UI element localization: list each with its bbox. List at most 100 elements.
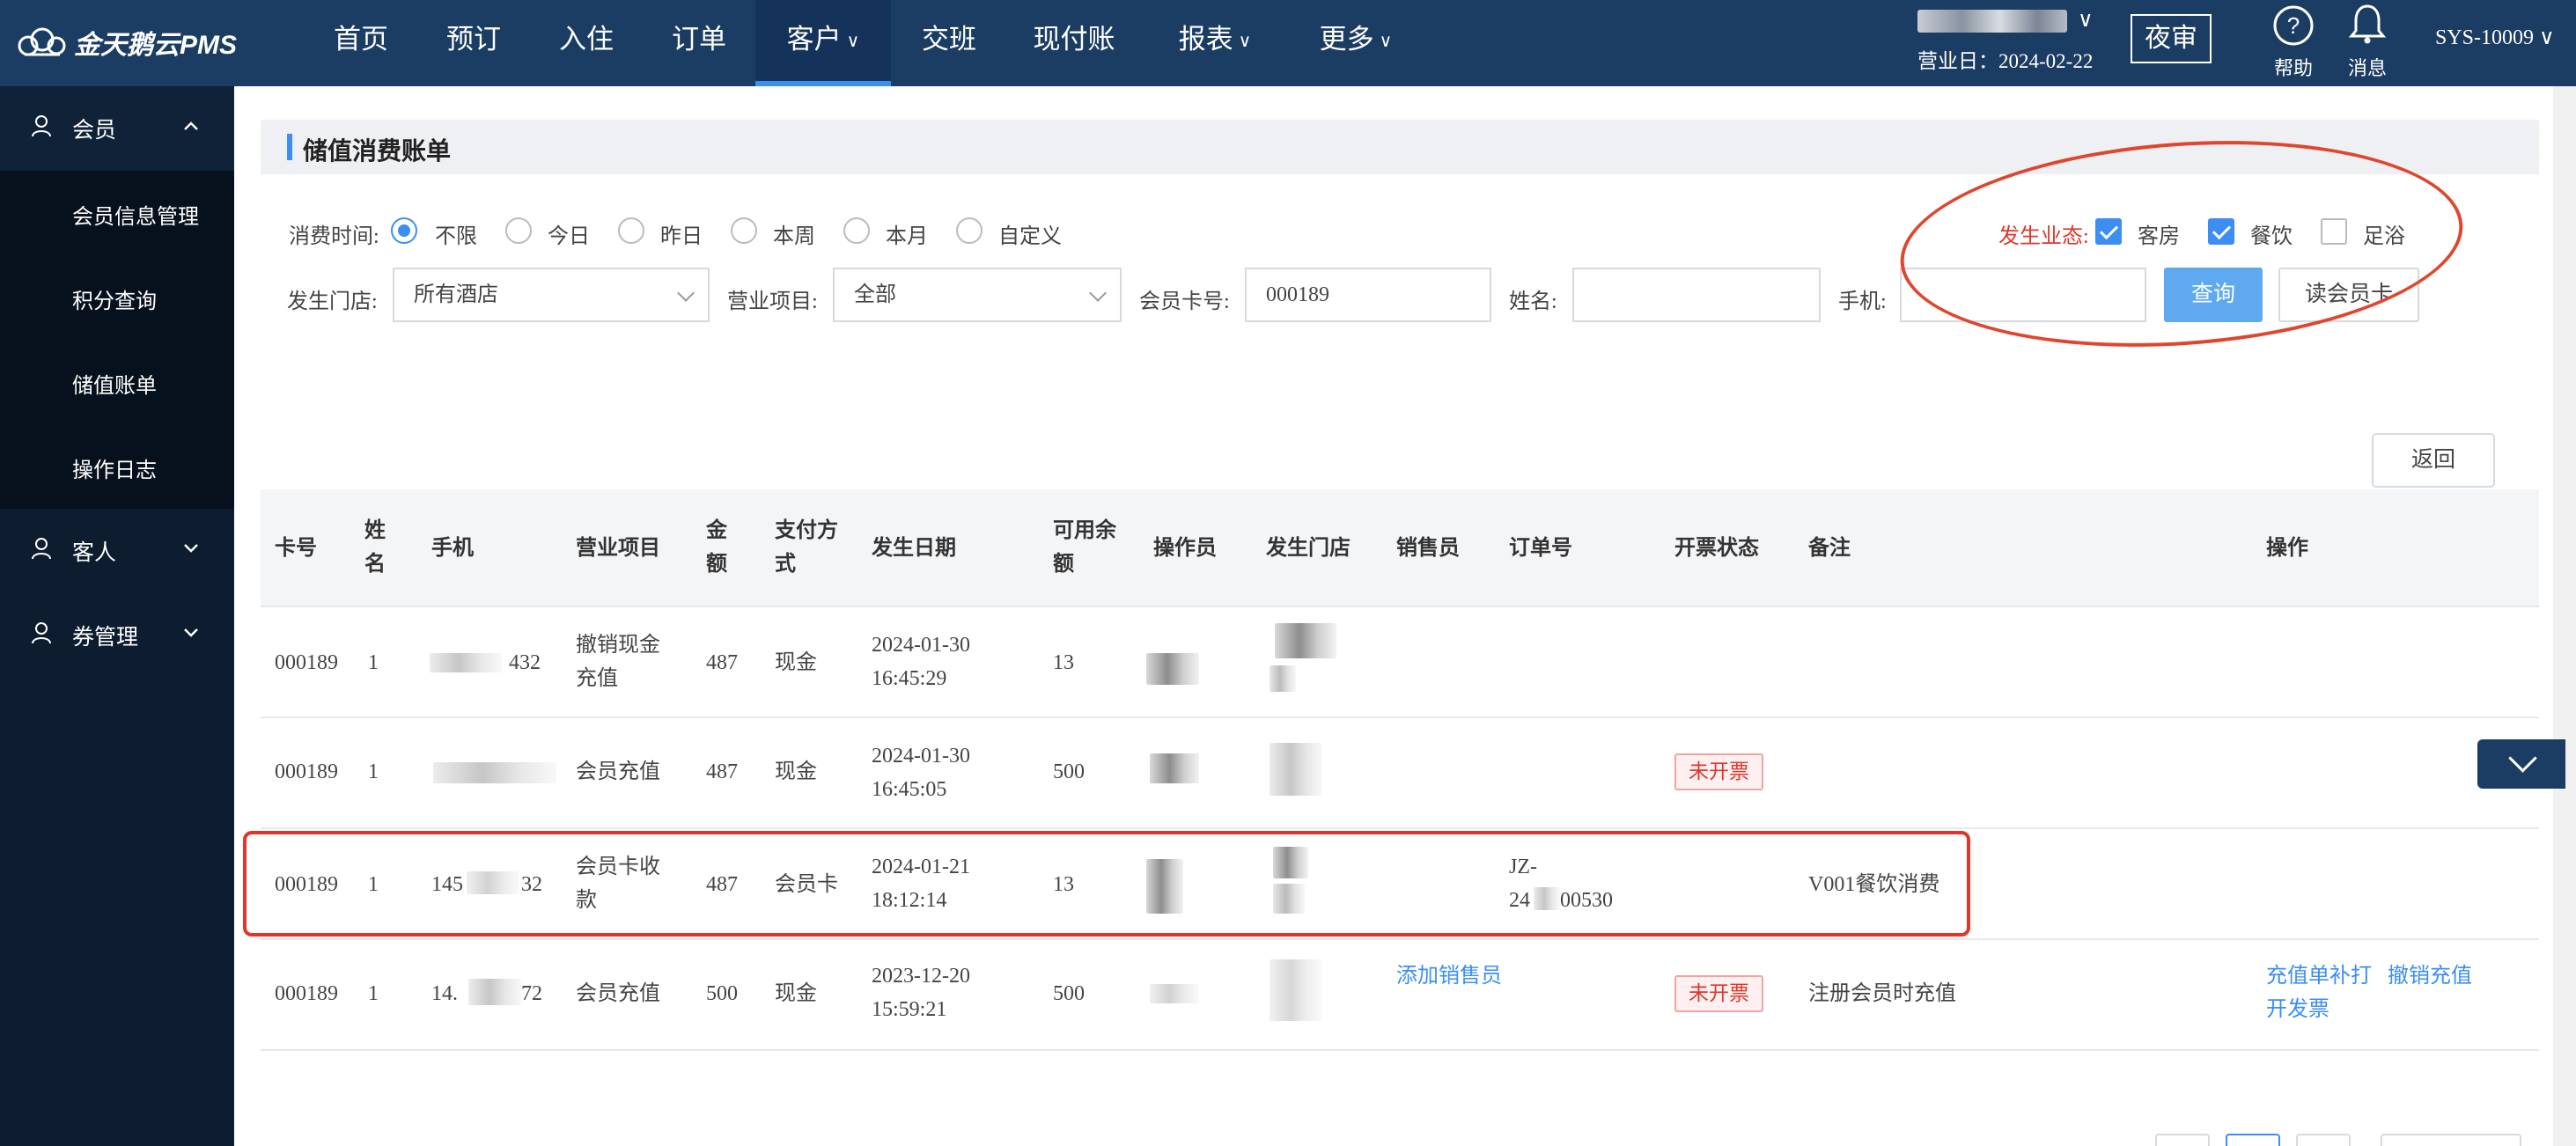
nav-checkin[interactable]: 入住	[541, 0, 632, 86]
cell-project: 会员充值	[576, 982, 660, 1005]
chevron-down-icon: ∨	[1379, 32, 1393, 51]
invoice-status-badge: 未开票	[1674, 975, 1763, 1012]
col-date: 发生日期	[872, 537, 956, 560]
radio-time-this-week[interactable]	[731, 217, 757, 244]
nav-booking[interactable]: 预订	[428, 0, 519, 86]
time-filter-label: 消费时间:	[289, 225, 379, 248]
sidebar-item-operation-log[interactable]: 操作日志	[0, 424, 234, 509]
sidebar-group-coupons[interactable]: 券管理	[0, 593, 234, 678]
cell-date: 2024-01-30	[872, 745, 970, 768]
night-audit-button[interactable]: 夜审	[2131, 14, 2212, 63]
pager-prev[interactable]	[2155, 1134, 2210, 1146]
col-amount: 金额	[706, 519, 727, 576]
sidebar-item-member-info[interactable]: 会员信息管理	[0, 171, 234, 255]
nav-label: 订单	[672, 24, 726, 55]
col-order: 订单号	[1509, 537, 1572, 560]
title-accent-bar	[287, 134, 292, 160]
store-redacted	[1275, 623, 1336, 658]
pager-size-select[interactable]	[2381, 1134, 2521, 1146]
radio-time-custom[interactable]	[956, 217, 983, 244]
nav-shift[interactable]: 交班	[903, 0, 995, 86]
name-filter-label: 姓名:	[1509, 290, 1557, 313]
sidebar-group-label: 会员	[72, 119, 117, 143]
cell-project: 撤销现金充值	[576, 634, 660, 690]
user-icon	[32, 538, 51, 560]
cell-pay: 现金	[775, 982, 817, 1005]
sidebar-item-points-query[interactable]: 积分查询	[0, 255, 234, 340]
nav-customers[interactable]: 客户 ∨	[755, 0, 891, 86]
sidebar-group-label: 券管理	[72, 626, 139, 650]
issue-invoice-link[interactable]: 开发票	[2266, 993, 2329, 1026]
cell-pay: 现金	[775, 651, 817, 674]
radio-label: 本周	[773, 225, 815, 248]
phone-filter-label: 手机:	[1838, 290, 1887, 313]
app-logo[interactable]: 金天鹅云PMS	[16, 19, 237, 65]
radio-time-unlimited[interactable]	[391, 217, 417, 244]
select-value: 所有酒店	[414, 283, 498, 306]
project-select[interactable]: 全部	[833, 268, 1122, 322]
pager-next[interactable]	[2296, 1134, 2351, 1146]
store-select[interactable]: 所有酒店	[393, 268, 710, 322]
sidebar-item-label: 会员信息管理	[72, 206, 199, 229]
sidebar-group-guests[interactable]: 客人	[0, 509, 234, 593]
hotel-selector[interactable]: ∨	[1917, 7, 2094, 33]
sidebar-item-stored-value-bill[interactable]: 储值账单	[0, 340, 234, 424]
col-sales: 销售员	[1396, 537, 1460, 560]
phone-redacted	[433, 762, 556, 783]
messages-label: 消息	[2347, 57, 2387, 79]
store-redacted	[1270, 665, 1296, 692]
back-button[interactable]: 返回	[2372, 433, 2495, 488]
cell-remark: 注册会员时充值	[1808, 982, 1956, 1005]
user-menu[interactable]: SYS-10009 ∨	[2435, 25, 2555, 50]
chevron-down-icon: ∨	[2078, 9, 2094, 32]
chevron-down-icon: ∨	[846, 32, 860, 51]
col-store: 发生门店	[1266, 537, 1351, 560]
table-row[interactable]: 000189 1 432 撤销现金充值 487 现金 2024-01-30 16…	[261, 607, 2539, 718]
col-remark: 备注	[1808, 537, 1851, 560]
chevron-down-icon: ∨	[1238, 32, 1252, 51]
cell-amount: 487	[706, 651, 738, 674]
table-row[interactable]: 000189 1 14. 72 会员充值 500 现金 2023-12-20 1…	[261, 940, 2539, 1051]
phone-redacted	[468, 979, 521, 1005]
sidebar-group-members[interactable]: 会员	[0, 86, 234, 171]
messages-button[interactable]: 消息	[2337, 0, 2398, 79]
radio-label: 昨日	[660, 225, 703, 248]
cell-balance: 500	[1053, 982, 1085, 1005]
cell-amount: 487	[706, 760, 738, 783]
chevron-up-icon	[184, 121, 198, 130]
cell-name: 1	[368, 760, 379, 783]
add-salesperson-link[interactable]: 添加销售员	[1396, 959, 1502, 993]
radio-label: 自定义	[998, 225, 1062, 248]
select-value: 全部	[854, 283, 896, 306]
sidebar-item-label: 操作日志	[72, 459, 157, 482]
cell-time: 16:45:29	[872, 667, 947, 690]
reprint-recharge-link[interactable]: 充值单补打	[2266, 959, 2372, 993]
store-redacted	[1270, 743, 1322, 796]
nav-more[interactable]: 更多 ∨	[1303, 0, 1409, 86]
pager-current[interactable]	[2226, 1134, 2280, 1146]
collapse-float-button[interactable]	[2477, 739, 2565, 789]
nav-cash-account[interactable]: 现付账	[1021, 0, 1127, 86]
bell-icon	[2348, 4, 2387, 44]
cell-project: 会员充值	[576, 760, 660, 783]
col-pay: 支付方式	[775, 519, 838, 576]
cell-phone-head: 14.	[431, 982, 458, 1005]
name-input[interactable]	[1572, 268, 1821, 322]
svg-text:?: ?	[2287, 12, 2300, 39]
member-card-input[interactable]: 000189	[1245, 268, 1491, 322]
scrollbar[interactable]	[2553, 86, 2576, 1146]
top-navbar: 金天鹅云PMS 首页 预订 入住 订单 客户 ∨ 交班 现付账 报表 ∨ 更多 ∨ ∨…	[0, 0, 2576, 86]
cell-card: 000189	[275, 982, 338, 1005]
cancel-recharge-link[interactable]: 撤销充值	[2388, 959, 2472, 993]
radio-time-this-month[interactable]	[843, 217, 870, 244]
nav-reports[interactable]: 报表 ∨	[1162, 0, 1268, 86]
nav-orders[interactable]: 订单	[653, 0, 745, 86]
help-button[interactable]: ? 帮助	[2263, 0, 2324, 79]
nav-label: 报表	[1178, 24, 1233, 55]
radio-time-yesterday[interactable]	[618, 217, 644, 244]
nav-home[interactable]: 首页	[315, 0, 407, 86]
table-row[interactable]: 000189 1 会员充值 487 现金 2024-01-30 16:45:05…	[261, 718, 2539, 829]
chevron-down-icon	[184, 628, 198, 637]
radio-time-today[interactable]	[505, 217, 532, 244]
cell-time: 16:45:05	[872, 778, 947, 801]
